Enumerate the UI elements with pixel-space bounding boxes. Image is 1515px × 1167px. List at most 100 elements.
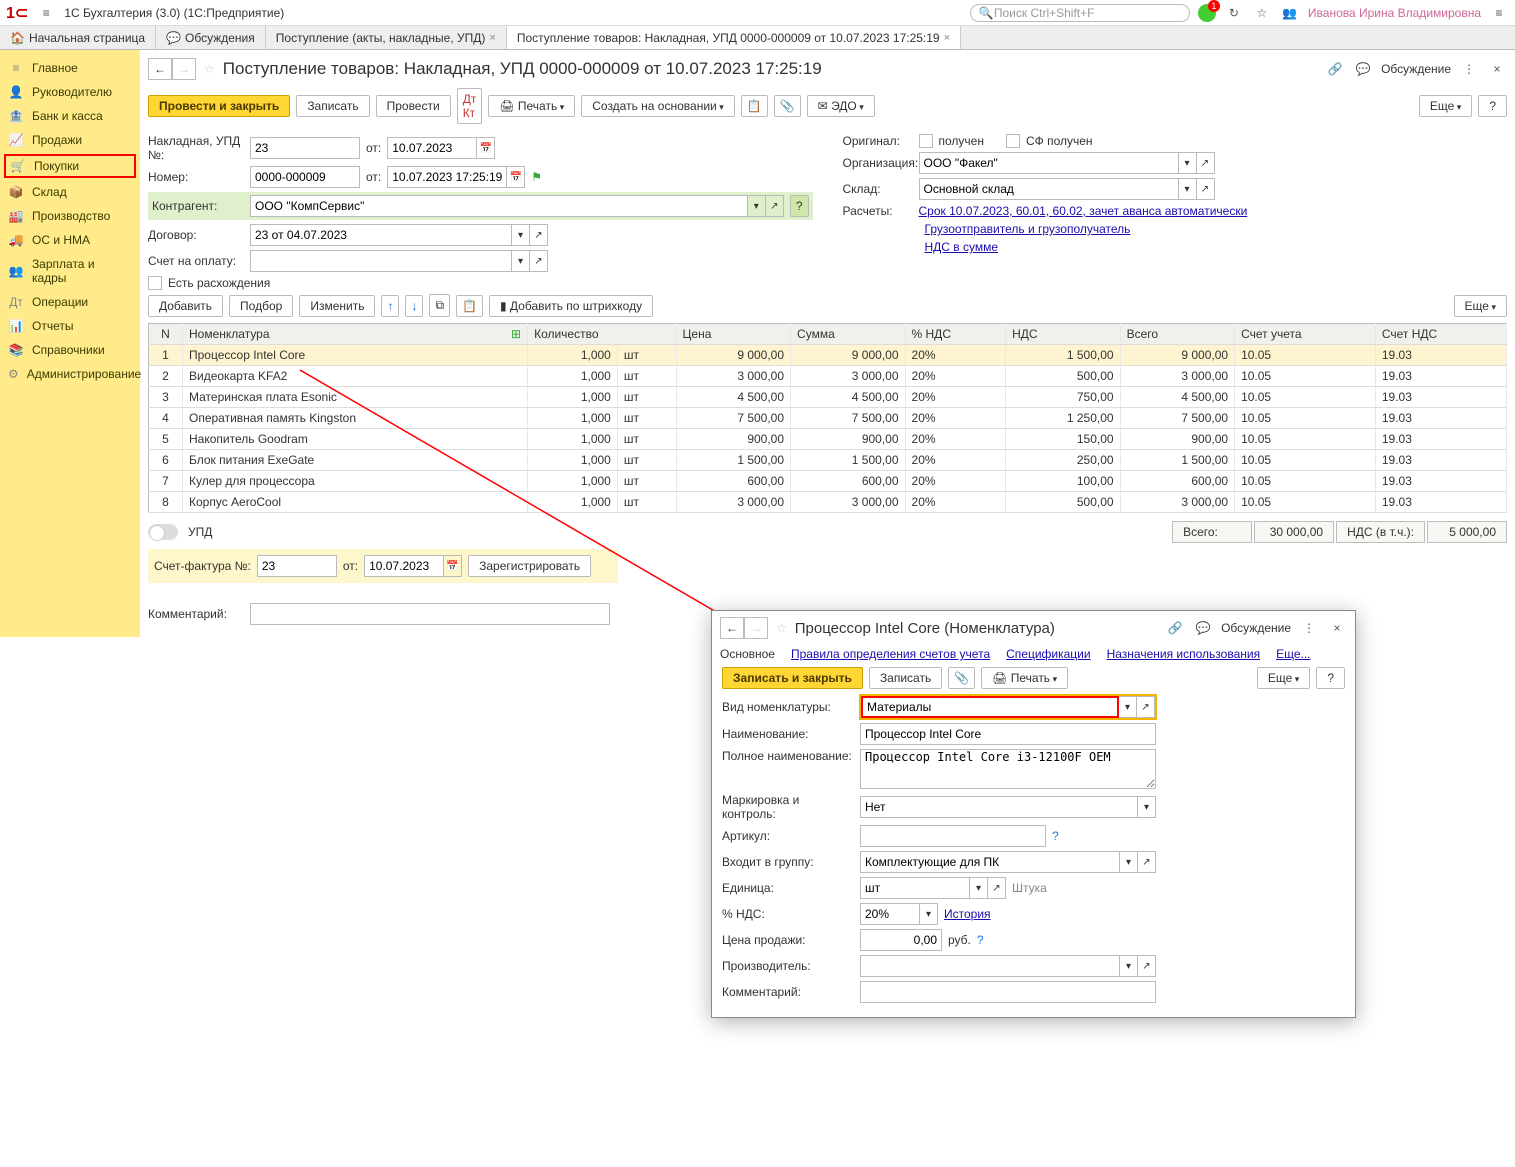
th-quantity[interactable]: Количество xyxy=(528,324,676,345)
attach-button[interactable]: 📎 xyxy=(774,95,801,117)
dropdown-icon[interactable]: ▾ xyxy=(748,195,766,217)
th-account[interactable]: Счет учета xyxy=(1235,324,1376,345)
discrepancies-checkbox[interactable] xyxy=(148,276,162,290)
type-input[interactable] xyxy=(861,696,1119,718)
paste-button[interactable]: 📋 xyxy=(456,295,483,317)
close-icon[interactable]: × xyxy=(1327,618,1347,638)
th-sum[interactable]: Сумма xyxy=(791,324,905,345)
link-icon[interactable]: 🔗 xyxy=(1165,618,1185,638)
contractor-input[interactable] xyxy=(250,195,748,217)
attach-button[interactable]: 📎 xyxy=(948,667,975,689)
marking-input[interactable] xyxy=(860,796,1138,818)
th-n[interactable]: N xyxy=(149,324,183,345)
nds-input[interactable] xyxy=(860,903,920,925)
sidebar-item-reports[interactable]: 📊Отчеты xyxy=(0,314,140,338)
subtab-main[interactable]: Основное xyxy=(720,647,775,661)
copy-button[interactable]: ⧉ xyxy=(429,294,450,317)
open-icon[interactable]: ↗ xyxy=(530,224,548,246)
dropdown-icon[interactable]: ▾ xyxy=(1120,851,1138,873)
sidebar-item-payroll[interactable]: 👥Зарплата и кадры xyxy=(0,252,140,290)
th-total[interactable]: Всего xyxy=(1120,324,1234,345)
register-button[interactable]: Зарегистрировать xyxy=(468,555,591,577)
table-row[interactable]: 6Блок питания ExeGate1,000шт1 500,001 50… xyxy=(149,450,1507,471)
contractor-help[interactable]: ? xyxy=(790,195,809,217)
save-button[interactable]: Записать xyxy=(296,95,369,117)
sf-no-input[interactable] xyxy=(257,555,337,577)
add-row-button[interactable]: Добавить xyxy=(148,295,223,317)
table-more-button[interactable]: Еще xyxy=(1454,295,1507,317)
column-icon[interactable]: ⊞ xyxy=(511,327,521,341)
invoice-no-input[interactable] xyxy=(250,137,360,159)
move-up-button[interactable]: ↑ xyxy=(381,295,399,317)
subtab-usage[interactable]: Назначения использования xyxy=(1107,647,1260,661)
discuss-label[interactable]: Обсуждение xyxy=(1381,62,1451,76)
user-icon[interactable]: 👥 xyxy=(1280,3,1300,23)
calendar-icon[interactable]: 📅 xyxy=(444,555,462,577)
comment-input[interactable] xyxy=(250,603,610,625)
sf-received-checkbox[interactable] xyxy=(1006,134,1020,148)
help-button[interactable]: ? xyxy=(1316,667,1345,689)
more-button[interactable]: Еще xyxy=(1257,667,1310,689)
number-input[interactable] xyxy=(250,166,360,188)
sidebar-item-bank[interactable]: 🏦Банк и касса xyxy=(0,104,140,128)
help-button[interactable]: ? xyxy=(1478,95,1507,117)
flag-icon[interactable]: ⚑ xyxy=(531,170,542,184)
kebab-icon[interactable]: ⋮ xyxy=(1459,59,1479,79)
upd-toggle[interactable] xyxy=(148,524,178,540)
close-icon[interactable]: × xyxy=(1487,59,1507,79)
save-button[interactable]: Записать xyxy=(869,667,942,689)
report-button[interactable]: 📋 xyxy=(741,95,768,117)
close-icon[interactable]: × xyxy=(944,32,950,44)
menu-icon[interactable]: ≡ xyxy=(36,3,56,23)
history-icon[interactable]: ↻ xyxy=(1224,3,1244,23)
open-icon[interactable]: ↗ xyxy=(1137,696,1155,718)
tab-current-doc[interactable]: Поступление товаров: Накладная, УПД 0000… xyxy=(507,26,961,49)
table-row[interactable]: 7Кулер для процессора1,000шт600,00600,00… xyxy=(149,471,1507,492)
datetime-input[interactable] xyxy=(387,166,507,188)
price-input[interactable] xyxy=(860,929,942,951)
sidebar-item-main[interactable]: ≡Главное xyxy=(0,56,140,80)
sidebar-item-purchases[interactable]: 🛒Покупки xyxy=(4,154,136,178)
add-by-barcode-button[interactable]: ▮ Добавить по штрихкоду xyxy=(489,295,653,317)
user-name[interactable]: Иванова Ирина Владимировна xyxy=(1308,6,1481,20)
back-button[interactable]: ← xyxy=(148,58,172,80)
discuss-icon[interactable]: 💬 xyxy=(1353,59,1373,79)
calendar-icon[interactable]: 📅 xyxy=(477,137,495,159)
sidebar-item-production[interactable]: 🏭Производство xyxy=(0,204,140,228)
subtab-specs[interactable]: Спецификации xyxy=(1006,647,1090,661)
sidebar-item-warehouse[interactable]: 📦Склад xyxy=(0,180,140,204)
th-nds[interactable]: НДС xyxy=(1006,324,1120,345)
manufacturer-input[interactable] xyxy=(860,955,1120,977)
nds-link[interactable]: НДС в сумме xyxy=(925,240,999,254)
dropdown-icon[interactable]: ▾ xyxy=(1179,152,1197,174)
table-row[interactable]: 4Оперативная память Kingston1,000шт7 500… xyxy=(149,408,1507,429)
open-icon[interactable]: ↗ xyxy=(1197,152,1215,174)
forward-button[interactable]: → xyxy=(744,617,768,639)
sidebar-item-sales[interactable]: 📈Продажи xyxy=(0,128,140,152)
table-row[interactable]: 1Процессор Intel Core1,000шт9 000,009 00… xyxy=(149,345,1507,366)
dropdown-icon[interactable]: ▾ xyxy=(512,224,530,246)
move-down-button[interactable]: ↓ xyxy=(405,295,423,317)
calendar-icon[interactable]: 📅 xyxy=(507,166,525,188)
favorites-icon[interactable]: ☆ xyxy=(1252,3,1272,23)
shipper-link[interactable]: Грузоотправитель и грузополучатель xyxy=(925,222,1131,236)
history-link[interactable]: История xyxy=(944,907,991,921)
sidebar-item-manager[interactable]: 👤Руководителю xyxy=(0,80,140,104)
contract-input[interactable] xyxy=(250,224,512,246)
post-button[interactable]: Провести xyxy=(376,95,451,117)
unit-input[interactable] xyxy=(860,877,970,899)
save-close-button[interactable]: Записать и закрыть xyxy=(722,667,863,689)
table-row[interactable]: 8Корпус AeroCool1,000шт3 000,003 000,002… xyxy=(149,492,1507,513)
sidebar-item-assets[interactable]: 🚚ОС и НМА xyxy=(0,228,140,252)
edit-button[interactable]: Изменить xyxy=(299,295,375,317)
dropdown-icon[interactable]: ▾ xyxy=(920,903,938,925)
sidebar-item-admin[interactable]: ⚙Администрирование xyxy=(0,362,140,386)
comment-input[interactable] xyxy=(860,981,1156,1003)
dropdown-icon[interactable]: ▾ xyxy=(970,877,988,899)
favorite-icon[interactable]: ☆ xyxy=(776,621,787,635)
discuss-label[interactable]: Обсуждение xyxy=(1221,621,1291,635)
create-based-button[interactable]: Создать на основании xyxy=(581,95,735,117)
dropdown-icon[interactable]: ▾ xyxy=(1138,796,1156,818)
more-button[interactable]: Еще xyxy=(1419,95,1472,117)
invoice-date-input[interactable] xyxy=(387,137,477,159)
